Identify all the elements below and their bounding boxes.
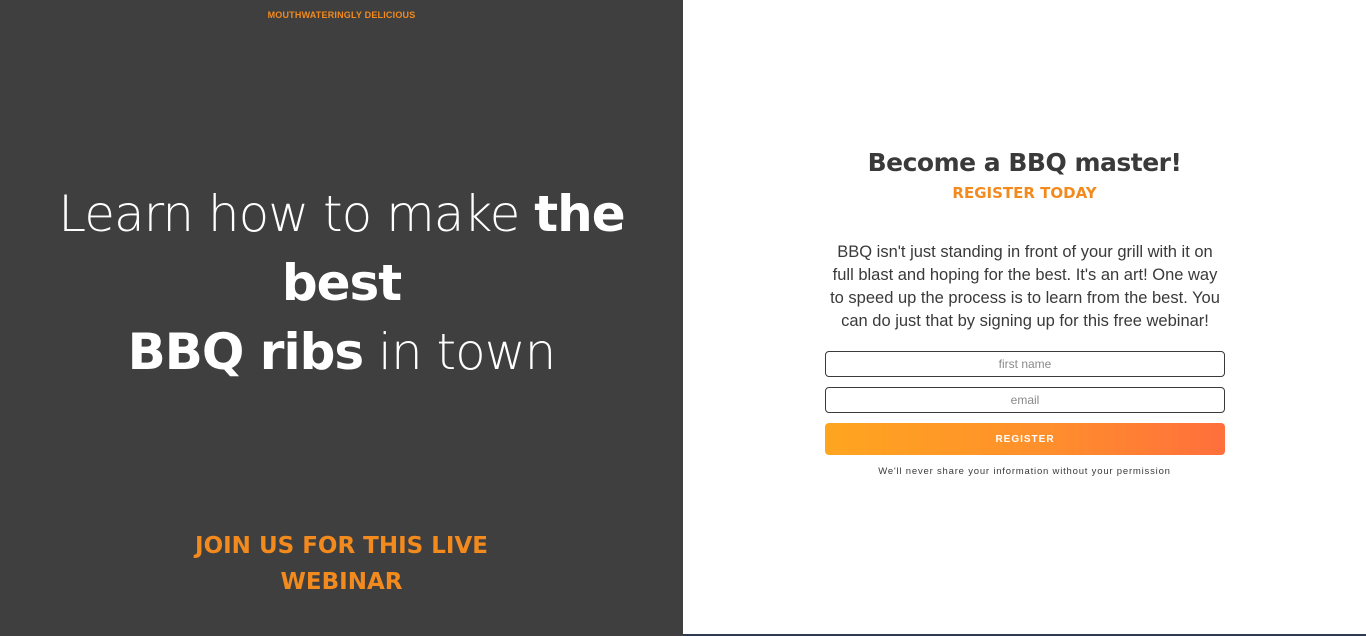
tagline: MOUTHWATERINGLY DELICIOUS [267, 10, 416, 20]
webinar-callout-line1: JOIN US FOR THIS LIVE [195, 533, 488, 559]
hero-headline: Learn how to make the best BBQ ribs in t… [0, 180, 683, 387]
first-name-field[interactable] [825, 351, 1225, 377]
form-description: BBQ isn't just standing in front of your… [830, 243, 1220, 330]
webinar-callout: JOIN US FOR THIS LIVE WEBINAR [0, 528, 683, 600]
form-subtitle: REGISTER TODAY [952, 184, 1097, 202]
headline-part1: Learn how to make [58, 185, 535, 243]
webinar-callout-line2: WEBINAR [280, 569, 403, 595]
headline-part2: in town [363, 323, 556, 381]
headline-bold2: BBQ ribs [127, 323, 364, 381]
landing-page: MOUTHWATERINGLY DELICIOUS Learn how to m… [0, 0, 1366, 636]
email-field[interactable] [825, 387, 1225, 413]
hero-panel: MOUTHWATERINGLY DELICIOUS Learn how to m… [0, 0, 683, 636]
form-title: Become a BBQ master! [867, 148, 1182, 177]
register-button[interactable]: REGISTER [825, 423, 1225, 455]
registration-panel: Become a BBQ master! REGISTER TODAY BBQ … [683, 0, 1366, 636]
privacy-note: We'll never share your information witho… [878, 466, 1171, 477]
